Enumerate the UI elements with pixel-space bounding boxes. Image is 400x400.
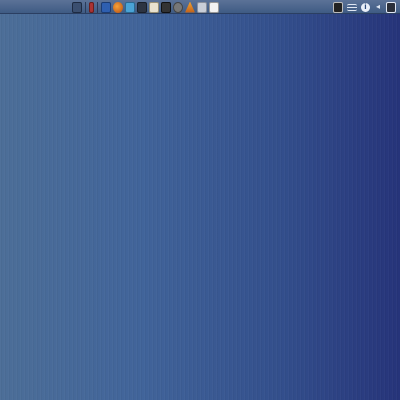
monitor-icon[interactable]	[386, 1, 396, 13]
volume-icon[interactable]: ◂	[374, 2, 382, 13]
settings-gear-icon[interactable]	[173, 1, 183, 13]
tools-icon[interactable]	[197, 1, 207, 13]
trash-icon[interactable]	[72, 1, 82, 13]
top-panel: i ◂	[0, 0, 400, 14]
display-terminal-icon[interactable]	[333, 1, 343, 13]
document-icon[interactable]	[149, 1, 159, 13]
firefox-icon[interactable]	[113, 1, 123, 13]
separator	[85, 1, 86, 13]
vlc-cone-icon[interactable]	[185, 1, 195, 13]
desktop-background	[0, 0, 400, 400]
separator	[97, 1, 98, 13]
dark-app-icon[interactable]	[161, 1, 171, 13]
info-icon[interactable]: i	[361, 2, 370, 12]
mail-icon[interactable]	[209, 1, 219, 13]
blue-app-icon[interactable]	[101, 1, 111, 13]
launcher-dock	[72, 0, 219, 14]
terminal-icon[interactable]	[137, 1, 147, 13]
sky-app-icon[interactable]	[125, 1, 135, 13]
system-tray: i ◂	[333, 0, 396, 14]
red-flag-icon[interactable]	[89, 1, 94, 13]
menu-lines-icon[interactable]	[347, 3, 357, 11]
